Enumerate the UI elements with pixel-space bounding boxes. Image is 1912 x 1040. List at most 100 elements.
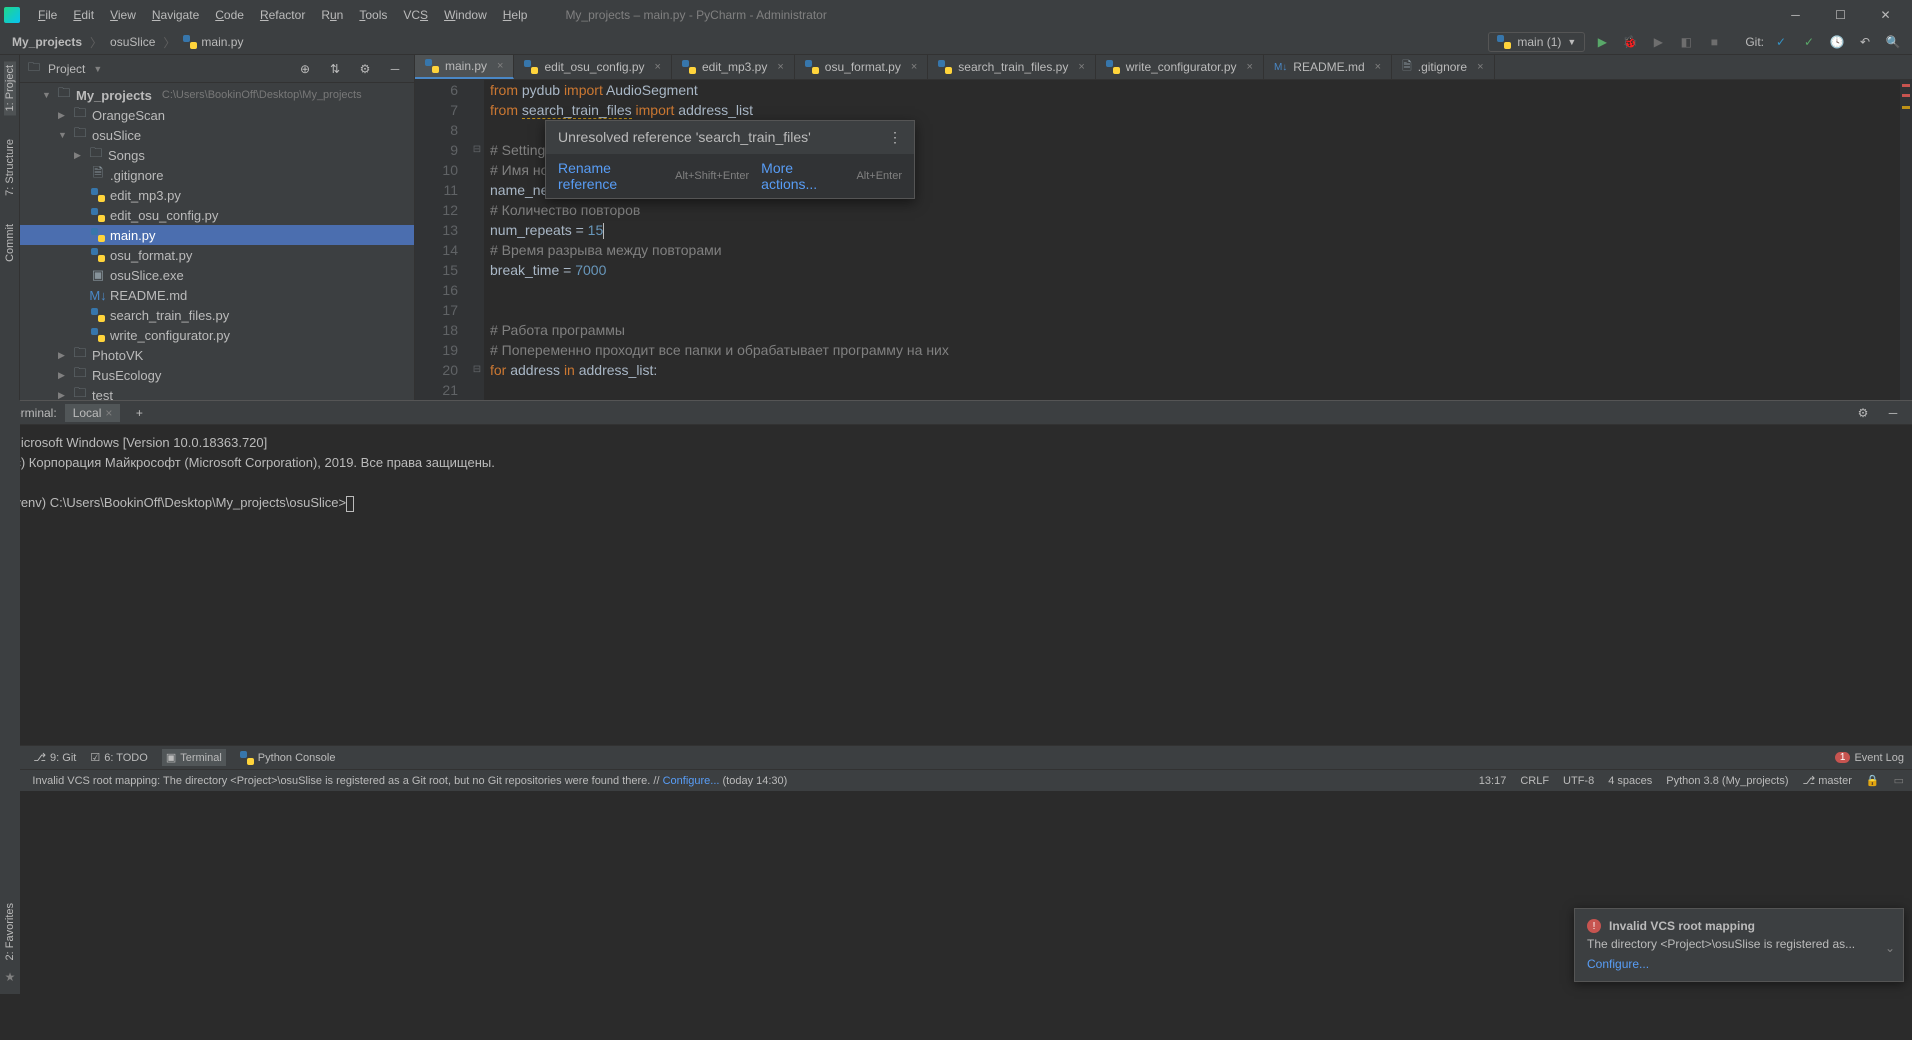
hide-button[interactable]: ─ — [384, 58, 406, 80]
star-icon[interactable]: ★ — [0, 970, 20, 984]
line-separator[interactable]: CRLF — [1520, 775, 1549, 787]
tool-window-git[interactable]: ⎇9: Git — [33, 751, 76, 764]
run-coverage-button[interactable]: ▶ — [1647, 31, 1669, 53]
tree-folder-orangescan[interactable]: ▶ 🗀 OrangeScan — [20, 105, 414, 125]
menu-refactor[interactable]: Refactor — [252, 0, 313, 30]
warning-marker[interactable] — [1902, 106, 1910, 109]
error-stripe[interactable] — [1900, 80, 1912, 400]
close-icon[interactable]: × — [1078, 61, 1084, 73]
vcs-update-button[interactable]: ✓ — [1770, 31, 1792, 53]
close-icon[interactable]: × — [655, 61, 661, 73]
more-icon[interactable]: ⋮ — [888, 129, 902, 146]
tree-file-main[interactable]: main.py — [20, 225, 414, 245]
menu-file[interactable]: File — [30, 0, 65, 30]
new-terminal-button[interactable]: + — [128, 402, 150, 424]
editor-tab[interactable]: 🗎.gitignore× — [1392, 55, 1494, 79]
menu-navigate[interactable]: Navigate — [144, 0, 207, 30]
editor-tab[interactable]: edit_osu_config.py× — [514, 55, 672, 79]
tree-file-osuslice-exe[interactable]: ▣ osuSlice.exe — [20, 265, 414, 285]
error-marker[interactable] — [1902, 94, 1910, 97]
tool-window-python-console[interactable]: Python Console — [240, 751, 336, 765]
tree-file-gitignore[interactable]: 🗎 .gitignore — [20, 165, 414, 185]
editor-tab[interactable]: edit_mp3.py× — [672, 55, 795, 79]
error-marker[interactable] — [1902, 84, 1910, 87]
tree-folder-photovk[interactable]: ▶ 🗀 PhotoVK — [20, 345, 414, 365]
vcs-rollback-button[interactable]: ↶ — [1854, 31, 1876, 53]
locate-button[interactable]: ⊕ — [294, 58, 316, 80]
fold-gutter[interactable]: ⊟⊟ — [470, 80, 484, 400]
menu-window[interactable]: Window — [436, 0, 495, 30]
tree-file-edit-osu[interactable]: edit_osu_config.py — [20, 205, 414, 225]
terminal-output[interactable]: Microsoft Windows [Version 10.0.18363.72… — [0, 425, 1912, 745]
close-icon[interactable]: × — [1247, 61, 1253, 73]
tree-folder-songs[interactable]: ▶ 🗀 Songs — [20, 145, 414, 165]
editor-tab[interactable]: osu_format.py× — [795, 55, 928, 79]
menu-edit[interactable]: Edit — [65, 0, 102, 30]
debug-button[interactable]: 🐞 — [1619, 31, 1641, 53]
tool-window-terminal[interactable]: ▣Terminal — [162, 749, 226, 766]
expand-all-button[interactable]: ⇅ — [324, 58, 346, 80]
tree-folder-osuslice[interactable]: ▼ 🗀 osuSlice — [20, 125, 414, 145]
rename-reference-action[interactable]: Rename reference — [558, 160, 663, 192]
close-icon[interactable]: × — [1375, 61, 1381, 73]
tool-window-commit[interactable]: Commit — [4, 220, 16, 266]
minimize-button[interactable]: ─ — [1773, 0, 1818, 30]
chevron-down-icon[interactable]: ⌄ — [1885, 941, 1895, 955]
tool-window-favorites[interactable]: 2: Favorites — [0, 899, 20, 964]
vcs-commit-button[interactable]: ✓ — [1798, 31, 1820, 53]
run-config-selector[interactable]: main (1) ▼ — [1488, 32, 1585, 52]
close-icon[interactable]: × — [911, 61, 917, 73]
tree-file-write-conf[interactable]: write_configurator.py — [20, 325, 414, 345]
tree-file-edit-mp3[interactable]: edit_mp3.py — [20, 185, 414, 205]
file-encoding[interactable]: UTF-8 — [1563, 775, 1594, 787]
tree-folder-rusecology[interactable]: ▶ 🗀 RusEcology — [20, 365, 414, 385]
close-icon[interactable]: × — [105, 406, 112, 420]
terminal-hide-button[interactable]: ─ — [1882, 402, 1904, 424]
tree-root[interactable]: ▼ 🗀 My_projects C:\Users\BookinOff\Deskt… — [20, 85, 414, 105]
menu-run[interactable]: Run — [313, 0, 351, 30]
editor-tab[interactable]: write_configurator.py× — [1096, 55, 1264, 79]
event-log-button[interactable]: 1 Event Log — [1835, 752, 1904, 764]
settings-button[interactable]: ⚙ — [354, 58, 376, 80]
maximize-button[interactable]: ☐ — [1818, 0, 1863, 30]
close-icon[interactable]: × — [777, 61, 783, 73]
line-gutter[interactable]: 6789101112131415161718192021 — [415, 80, 470, 400]
breadcrumb-folder[interactable]: osuSlice — [106, 33, 159, 51]
project-tree[interactable]: ▼ 🗀 My_projects C:\Users\BookinOff\Deskt… — [20, 83, 414, 400]
menu-vcs[interactable]: VCS — [395, 0, 436, 30]
project-panel-title[interactable]: Project — [48, 62, 85, 76]
indent-info[interactable]: 4 spaces — [1608, 775, 1652, 787]
search-everywhere-button[interactable]: 🔍 — [1882, 31, 1904, 53]
chevron-down-icon[interactable]: ▼ — [93, 64, 102, 74]
stop-button[interactable]: ■ — [1703, 31, 1725, 53]
vcs-history-button[interactable]: 🕓 — [1826, 31, 1848, 53]
interpreter-info[interactable]: Python 3.8 (My_projects) — [1666, 775, 1788, 787]
tree-folder-test[interactable]: ▶ 🗀 test — [20, 385, 414, 400]
tree-file-readme[interactable]: M↓ README.md — [20, 285, 414, 305]
tree-file-search-train[interactable]: search_train_files.py — [20, 305, 414, 325]
more-actions[interactable]: More actions... — [761, 160, 844, 192]
lock-icon[interactable]: 🔒 — [1866, 774, 1880, 787]
tool-window-todo[interactable]: ☑6: TODO — [90, 751, 147, 764]
tool-window-structure[interactable]: 7: Structure — [4, 135, 16, 200]
status-configure-link[interactable]: Configure... — [663, 775, 720, 787]
terminal-settings-button[interactable]: ⚙ — [1852, 402, 1874, 424]
close-icon[interactable]: × — [1477, 61, 1483, 73]
menu-tools[interactable]: Tools — [351, 0, 395, 30]
caret-position[interactable]: 13:17 — [1479, 775, 1507, 787]
memory-indicator[interactable]: ▭ — [1894, 774, 1904, 787]
tool-window-project[interactable]: 1: Project — [4, 61, 16, 115]
menu-help[interactable]: Help — [495, 0, 536, 30]
editor-body[interactable]: 6789101112131415161718192021 ⊟⊟ from pyd… — [415, 80, 1912, 400]
terminal-tab-local[interactable]: Local × — [65, 404, 121, 422]
menu-code[interactable]: Code — [207, 0, 252, 30]
close-button[interactable]: ✕ — [1863, 0, 1908, 30]
editor-tab[interactable]: search_train_files.py× — [928, 55, 1096, 79]
tree-file-osu-format[interactable]: osu_format.py — [20, 245, 414, 265]
close-icon[interactable]: × — [497, 60, 503, 72]
run-button[interactable]: ▶ — [1591, 31, 1613, 53]
profile-button[interactable]: ◧ — [1675, 31, 1697, 53]
notification-configure-link[interactable]: Configure... — [1587, 957, 1891, 971]
editor-tab[interactable]: M↓README.md× — [1264, 55, 1392, 79]
breadcrumb-root[interactable]: My_projects — [8, 33, 86, 51]
